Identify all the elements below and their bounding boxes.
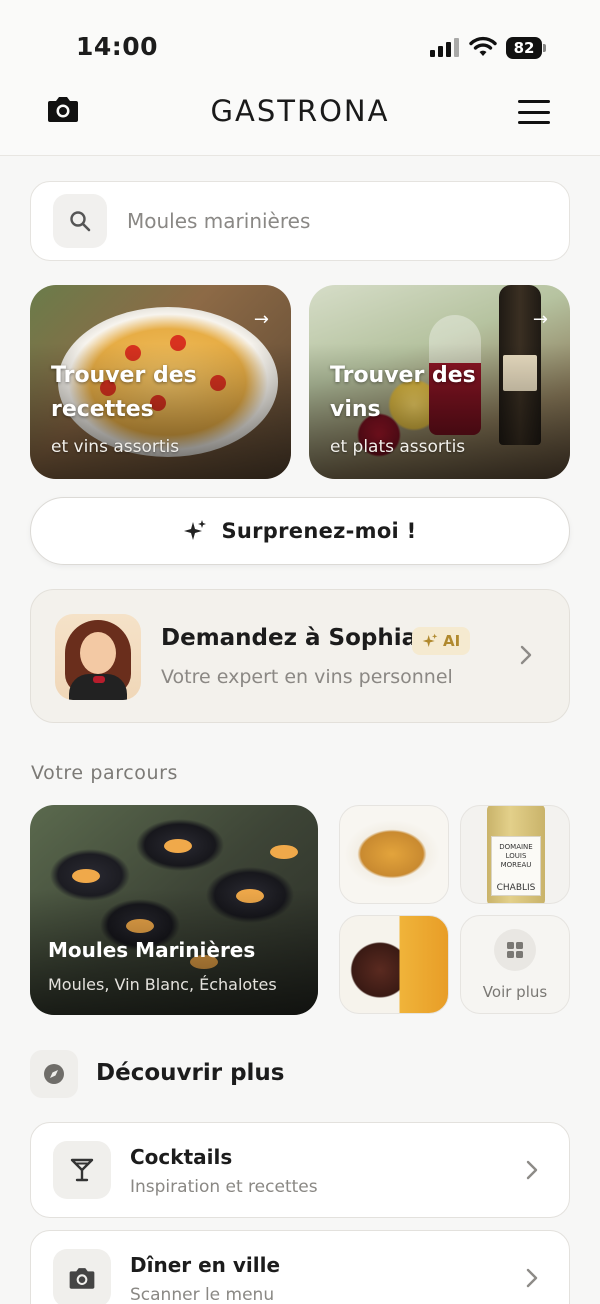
app-header: GASTRONA: [0, 80, 600, 156]
history-item-steak[interactable]: [339, 915, 449, 1014]
row-title: Cocktails: [130, 1145, 233, 1169]
surprise-label: Surprenez-moi !: [221, 519, 417, 543]
hero-title: Trouver des recettes: [51, 363, 197, 422]
search-icon: [53, 194, 107, 248]
find-recipes-card[interactable]: → Trouver des recettes et vins assortis: [30, 285, 291, 479]
sophia-subtitle: Votre expert en vins personnel: [161, 666, 453, 688]
see-more-button[interactable]: Voir plus: [460, 915, 570, 1014]
history-item-quiche[interactable]: [339, 805, 449, 904]
camera-icon: [53, 1249, 111, 1304]
recent-recipe-subtitle: Moules, Vin Blanc, Échalotes: [48, 975, 277, 994]
battery-level: 82: [513, 39, 535, 57]
row-subtitle: Scanner le menu: [130, 1285, 275, 1304]
search-bar[interactable]: Moules marinières: [30, 181, 570, 261]
cocktails-row[interactable]: Cocktails Inspiration et recettes: [30, 1122, 570, 1218]
row-subtitle: Inspiration et recettes: [130, 1177, 318, 1197]
surprise-me-button[interactable]: Surprenez-moi !: [30, 497, 570, 565]
status-time: 14:00: [76, 32, 159, 61]
hero-subtitle: et vins assortis: [51, 437, 180, 457]
discover-title: Découvrir plus: [96, 1060, 285, 1086]
history-item-chablis[interactable]: DOMAINE LOUIS MOREAU CHABLIS: [460, 805, 570, 904]
grid-icon: [494, 928, 536, 971]
ai-badge-label: AI: [443, 632, 461, 650]
battery-icon: 82: [506, 37, 542, 59]
see-more-label: Voir plus: [482, 982, 548, 1001]
hamburger-menu-button[interactable]: [518, 100, 550, 124]
recent-recipe-title: Moules Marinières: [48, 938, 256, 962]
chevron-right-icon: [526, 1268, 538, 1288]
find-wines-card[interactable]: → Trouver des vins et plats assortis: [309, 285, 570, 479]
chevron-right-icon: [520, 645, 532, 665]
hero-subtitle: et plats assortis: [330, 437, 466, 457]
arrow-right-icon: →: [253, 309, 269, 330]
wine-label: DOMAINE LOUIS MOREAU CHABLIS: [491, 836, 541, 896]
status-bar: 14:00 82: [0, 0, 600, 80]
sparkles-icon: [422, 633, 438, 647]
search-input[interactable]: Moules marinières: [127, 209, 310, 233]
ask-sophia-card[interactable]: Demandez à Sophia AI Votre expert en vin…: [30, 589, 570, 723]
recent-recipe-card[interactable]: Moules Marinières Moules, Vin Blanc, Éch…: [30, 805, 318, 1015]
app-logo: GASTRONA: [210, 94, 390, 128]
hero-title: Trouver des vins: [330, 363, 476, 422]
wifi-icon: [469, 36, 497, 56]
battery-cap: [543, 44, 546, 52]
ai-badge: AI: [412, 627, 471, 655]
sparkles-icon: [184, 520, 207, 540]
chevron-right-icon: [526, 1160, 538, 1180]
sophia-title: Demandez à Sophia: [161, 625, 418, 651]
row-title: Dîner en ville: [130, 1253, 281, 1277]
sophia-avatar: [55, 614, 141, 700]
compass-icon: [30, 1050, 78, 1098]
arrow-right-icon: →: [532, 309, 548, 330]
cocktail-icon: [53, 1141, 111, 1199]
signal-icon: [430, 38, 459, 57]
section-label-parcours: Votre parcours: [31, 762, 179, 784]
dine-out-row[interactable]: Dîner en ville Scanner le menu: [30, 1230, 570, 1304]
